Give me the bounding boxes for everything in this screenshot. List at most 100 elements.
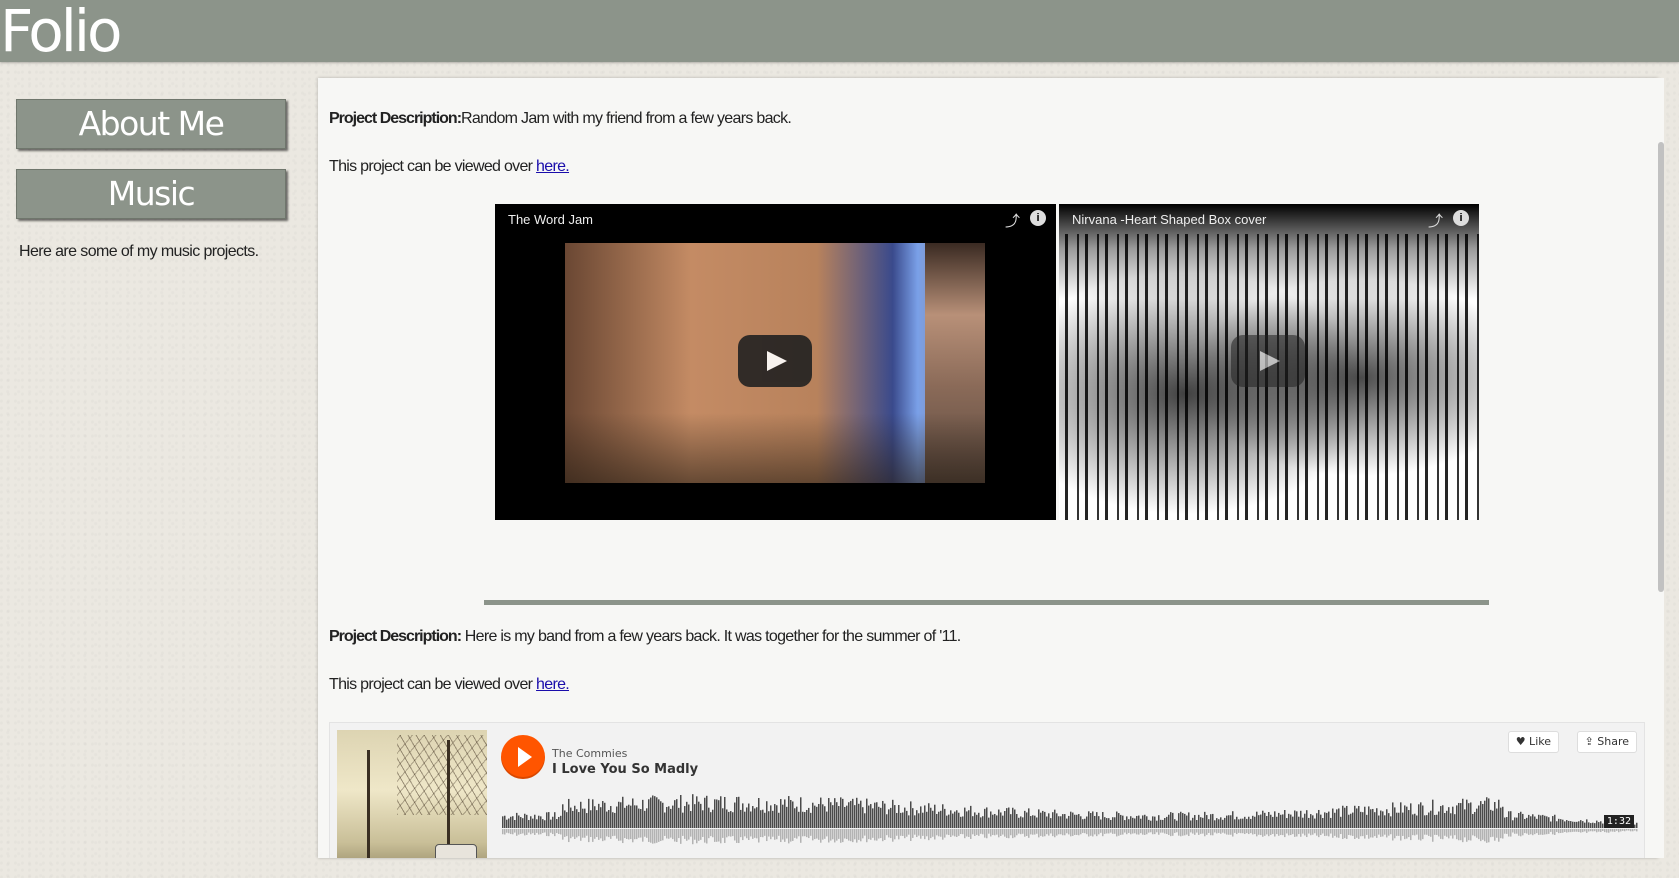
scrollbar-thumb[interactable] <box>1658 142 1664 592</box>
waveform-reflection <box>900 829 902 836</box>
album-artwork[interactable] <box>337 730 487 858</box>
info-icon[interactable]: i <box>1030 210 1046 226</box>
waveform-bar <box>1344 807 1346 828</box>
waveform-bar <box>1502 806 1504 828</box>
play-icon[interactable] <box>501 735 545 779</box>
waveform-reflection <box>1050 829 1052 834</box>
waveform-bar <box>1342 805 1344 828</box>
waveform-bar <box>894 805 896 828</box>
waveform-bar <box>1350 813 1352 828</box>
info-icon[interactable]: i <box>1453 210 1469 226</box>
waveform-reflection <box>1166 829 1168 835</box>
waveform-reflection <box>524 829 526 836</box>
waveform-reflection <box>994 829 996 836</box>
like-button[interactable]: ♥ Like <box>1507 731 1559 753</box>
waveform-reflection <box>674 829 676 842</box>
waveform-reflection <box>1066 829 1068 834</box>
waveform-reflection <box>520 829 522 834</box>
waveform-reflection <box>812 829 814 841</box>
page-scrollbar[interactable] <box>1658 78 1664 858</box>
waveform-reflection <box>756 829 758 839</box>
waveform-reflection <box>1336 829 1338 838</box>
waveform-bar <box>836 802 838 828</box>
waveform-reflection <box>982 829 984 835</box>
waveform-reflection <box>716 829 718 842</box>
video-title[interactable]: The Word Jam <box>508 212 593 227</box>
waveform-reflection <box>662 829 664 841</box>
waveform-bar <box>864 813 866 828</box>
waveform-bar <box>1422 805 1424 828</box>
waveform-bar <box>768 811 770 828</box>
waveform-reflection <box>746 829 748 839</box>
waveform-reflection <box>1620 829 1622 832</box>
waveform-bar <box>1170 812 1172 828</box>
project-view-link[interactable]: here. <box>536 676 570 693</box>
waveform-bar <box>842 798 844 828</box>
share-button[interactable]: ⇪ Share <box>1576 731 1637 753</box>
waveform-bar <box>916 810 918 828</box>
waveform-bar <box>750 811 752 828</box>
waveform-bar <box>650 797 652 828</box>
waveform-reflection <box>1404 829 1406 840</box>
waveform-reflection <box>1378 829 1380 835</box>
waveform-bar <box>638 808 640 828</box>
waveform-reflection <box>556 829 558 834</box>
waveform-reflection <box>596 829 598 838</box>
waveform-bar <box>988 817 990 828</box>
waveform-bar <box>1300 810 1302 828</box>
waveform-bar <box>658 799 660 828</box>
waveform-bar <box>666 806 668 828</box>
waveform-reflection <box>820 829 822 843</box>
waveform-bar <box>740 809 742 828</box>
waveform-bar <box>790 800 792 828</box>
waveform-bar <box>880 807 882 828</box>
waveform-bar <box>1376 808 1378 828</box>
waveform-bar <box>736 797 738 828</box>
waveform-reflection <box>1560 829 1562 833</box>
waveform-bar <box>1320 814 1322 828</box>
project-view-link[interactable]: here. <box>536 158 570 175</box>
waveform-reflection <box>1508 829 1510 837</box>
waveform-bar <box>1438 811 1440 828</box>
waveform-bar <box>1330 817 1332 828</box>
waveform-reflection <box>1356 829 1358 838</box>
site-brand[interactable]: Folio <box>0 0 122 64</box>
waveform-bar <box>1444 813 1446 828</box>
waveform-reflection <box>544 829 546 833</box>
share-icon[interactable]: ⤴ <box>1428 210 1443 231</box>
waveform-bar <box>1154 816 1156 828</box>
waveform-reflection <box>678 829 680 839</box>
waveform-bar <box>1530 816 1532 828</box>
track-artist[interactable]: The Commies <box>552 747 627 760</box>
project-view-line: This project can be viewed over here. <box>329 158 570 176</box>
video-embed-word-jam[interactable]: The Word Jam ⤴ i <box>495 204 1056 520</box>
waveform-reflection <box>1062 829 1064 836</box>
video-play-button[interactable] <box>738 335 812 387</box>
waveform-reflection <box>964 829 966 839</box>
waveform-seekbar[interactable] <box>502 786 1638 851</box>
video-title[interactable]: Nirvana -Heart Shaped Box cover <box>1072 212 1266 227</box>
waveform-reflection <box>894 829 896 840</box>
nav-about-me-button[interactable]: About Me <box>16 99 286 149</box>
waveform-reflection <box>694 829 696 840</box>
waveform-bar <box>1008 807 1010 828</box>
share-icon[interactable]: ⤴ <box>1005 210 1020 231</box>
waveform-bar <box>622 796 624 828</box>
waveform-reflection <box>766 829 768 842</box>
waveform-reflection <box>1098 829 1100 835</box>
video-play-button[interactable] <box>1231 335 1305 387</box>
waveform-reflection <box>1230 829 1232 835</box>
track-title[interactable]: I Love You So Madly <box>552 762 698 777</box>
waveform-reflection <box>1516 829 1518 834</box>
waveform-bar <box>630 805 632 828</box>
waveform-reflection <box>1380 829 1382 837</box>
nav-music-button[interactable]: Music <box>16 169 286 219</box>
waveform-bar <box>1228 815 1230 828</box>
waveform-bar <box>948 814 950 828</box>
waveform-bar <box>722 808 724 828</box>
waveform-bar <box>1222 819 1224 828</box>
video-embed-nirvana-cover[interactable]: Nirvana -Heart Shaped Box cover ⤴ i <box>1059 204 1479 520</box>
waveform-bar <box>628 804 630 828</box>
waveform-bar <box>1306 810 1308 828</box>
waveform-reflection <box>1634 829 1636 831</box>
